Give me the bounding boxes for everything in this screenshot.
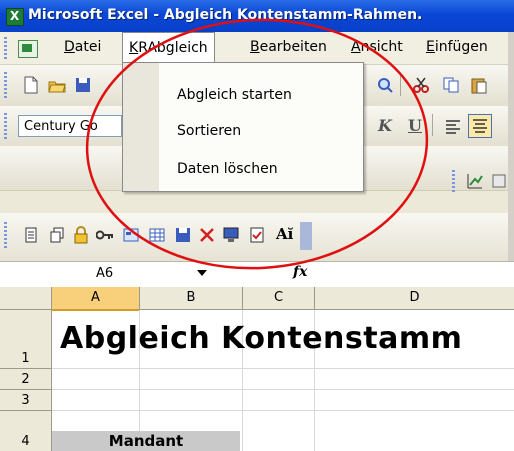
- row-header-1[interactable]: 1: [0, 310, 52, 369]
- select-all-corner[interactable]: [0, 287, 52, 310]
- worksheet-grid[interactable]: A B C D 1 2 3 4 Abgleich Kontenstamm Man…: [0, 287, 514, 451]
- extra-toolbar-grip[interactable]: [452, 170, 455, 192]
- menu-item-abgleich-starten[interactable]: Abgleich starten: [159, 77, 377, 113]
- excel-window: Microsoft Excel - Abgleich Kontenstamm-R…: [0, 0, 514, 451]
- column-header-a[interactable]: A: [52, 287, 140, 311]
- grid-line: [52, 368, 514, 369]
- drawing-icon[interactable]: [490, 172, 508, 190]
- grid-line: [52, 389, 514, 390]
- menu-ansicht[interactable]: Ansicht: [345, 32, 409, 62]
- column-header-c[interactable]: C: [243, 287, 315, 310]
- title-bar: Microsoft Excel - Abgleich Kontenstamm-R…: [0, 0, 514, 32]
- menu-einfuegen-label: infügen: [434, 39, 488, 55]
- open-folder-icon[interactable]: [48, 76, 66, 94]
- window-right-edge: [508, 32, 514, 262]
- form-icon[interactable]: [122, 226, 140, 244]
- text-style-icon[interactable]: Aĭ: [276, 225, 293, 243]
- window-title: Microsoft Excel - Abgleich Kontenstamm-R…: [28, 7, 423, 23]
- row-header-1-label: 1: [21, 351, 30, 366]
- monitor-icon[interactable]: [222, 226, 240, 244]
- toolbar-separator: [400, 74, 401, 96]
- table-icon[interactable]: [148, 226, 166, 244]
- document-icon[interactable]: [22, 226, 40, 244]
- formatting-toolbar-grip[interactable]: [4, 113, 7, 139]
- menu-kraabgleich-label: RAbgleich: [138, 40, 208, 56]
- excel-app-icon[interactable]: [6, 8, 24, 26]
- name-box-dropdown-icon[interactable]: [197, 270, 207, 276]
- italic-icon[interactable]: K: [378, 116, 392, 135]
- font-name-box[interactable]: Century Go: [18, 115, 122, 137]
- menu-einfuegen[interactable]: Einfügen: [420, 32, 494, 62]
- column-header-b[interactable]: B: [140, 287, 243, 310]
- row-header-3[interactable]: 3: [0, 390, 52, 411]
- column-header-d[interactable]: D: [315, 287, 514, 310]
- paste-clipboard-icon[interactable]: [470, 76, 488, 94]
- row-header-3-label: 3: [21, 393, 30, 408]
- menu-bearbeiten-accel: B: [250, 39, 260, 55]
- underline-icon[interactable]: U: [408, 116, 422, 135]
- row-header-2[interactable]: 2: [0, 369, 52, 390]
- cell-a4-mandant[interactable]: Mandant: [52, 431, 240, 451]
- windows-icon[interactable]: [48, 226, 66, 244]
- workbook-menu-icon[interactable]: [18, 40, 38, 58]
- menu-ansicht-label: nsicht: [360, 39, 403, 55]
- new-document-icon[interactable]: [22, 76, 40, 94]
- toolbar-options-chevron-icon[interactable]: [300, 222, 312, 250]
- name-box[interactable]: A6: [10, 263, 216, 284]
- align-center-button[interactable]: [468, 114, 492, 138]
- save-icon[interactable]: [174, 226, 192, 244]
- menubar-grip[interactable]: [4, 37, 7, 59]
- function-fx-icon[interactable]: fx: [293, 264, 307, 280]
- menu-kraabgleich[interactable]: KRAbgleich: [122, 32, 215, 63]
- cut-scissors-icon[interactable]: [412, 76, 430, 94]
- menu-item-sortieren[interactable]: Sortieren: [159, 113, 377, 149]
- chart-wizard-icon[interactable]: [466, 172, 484, 190]
- checklist-icon[interactable]: [248, 226, 266, 244]
- menu-item-daten-loeschen[interactable]: Daten löschen: [159, 151, 377, 187]
- key-icon[interactable]: [96, 226, 114, 244]
- align-left-icon[interactable]: [444, 118, 462, 136]
- cell-a1-heading[interactable]: Abgleich Kontenstamm: [60, 321, 462, 356]
- delete-x-icon[interactable]: [198, 226, 216, 244]
- menu-datei-accel: D: [64, 39, 75, 55]
- row-header-4[interactable]: 4: [0, 411, 52, 451]
- custom-toolbar-grip[interactable]: [4, 222, 7, 248]
- menu-einfuegen-accel: E: [426, 39, 435, 55]
- formula-input[interactable]: [315, 264, 508, 284]
- row-header-4-label: 4: [21, 434, 30, 449]
- grid-line: [52, 410, 514, 411]
- save-disk-icon[interactable]: [74, 76, 92, 94]
- copy-icon[interactable]: [442, 76, 460, 94]
- standard-toolbar-grip[interactable]: [4, 72, 7, 98]
- menu-bearbeiten-label: earbeiten: [259, 39, 327, 55]
- menu-bearbeiten[interactable]: Bearbeiten: [244, 32, 333, 62]
- toolbar-separator: [432, 114, 433, 136]
- kraabgleich-dropdown-menu: Abgleich starten Sortieren Daten löschen: [122, 62, 364, 192]
- name-box-value: A6: [96, 266, 114, 281]
- row-header-2-label: 2: [21, 372, 30, 387]
- menu-datei[interactable]: Datei: [58, 32, 107, 62]
- align-center-icon: [473, 119, 487, 133]
- lock-icon[interactable]: [72, 226, 90, 244]
- menu-ansicht-accel: A: [351, 39, 361, 55]
- menu-kraabgleich-accel: K: [129, 40, 139, 56]
- menu-datei-label: atei: [74, 39, 102, 55]
- menu-icon-gutter: [123, 63, 159, 191]
- research-icon[interactable]: [376, 76, 394, 94]
